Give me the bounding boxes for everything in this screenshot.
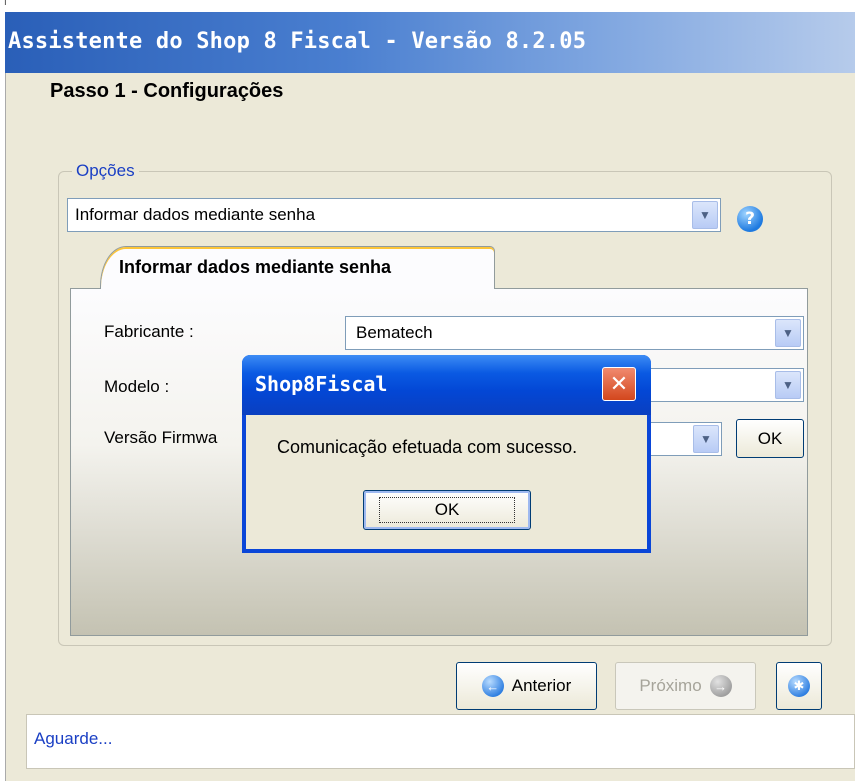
proximo-label: Próximo: [639, 676, 702, 695]
step-title: Passo 1 - Configurações: [50, 80, 284, 102]
anterior-label: Anterior: [511, 676, 572, 695]
firmware-label: Versão Firmwa: [104, 428, 218, 447]
fabricante-label: Fabricante :: [104, 322, 194, 341]
anterior-button[interactable]: ← Anterior: [456, 662, 597, 710]
dialog-body: Comunicação efetuada com sucesso. OK: [246, 415, 647, 549]
status-text: Aguarde...: [34, 729, 113, 748]
chevron-down-icon[interactable]: ▼: [693, 425, 719, 453]
modelo-label: Modelo :: [104, 377, 170, 396]
tab-informar-dados[interactable]: Informar dados mediante senha: [100, 246, 495, 289]
chevron-down-icon[interactable]: ▼: [775, 319, 801, 347]
message-dialog: Shop8Fiscal ✕ Comunicação efetuada com s…: [242, 355, 651, 553]
dialog-ok-label: OK: [378, 497, 516, 523]
close-icon[interactable]: ✕: [602, 367, 636, 401]
lifebuoy-icon: ✱: [788, 675, 810, 697]
chevron-down-icon[interactable]: ▼: [692, 201, 718, 229]
edge-glyph: ↑: [0, 0, 11, 9]
options-legend: Opções: [72, 161, 139, 181]
proximo-button[interactable]: Próximo →: [615, 662, 756, 710]
dialog-ok-button[interactable]: OK: [363, 490, 531, 530]
window-title: Assistente do Shop 8 Fiscal - Versão 8.2…: [8, 29, 587, 54]
options-select-value: Informar dados mediante senha: [75, 205, 316, 224]
dialog-message: Comunicação efetuada com sucesso.: [277, 437, 578, 457]
status-bar: Aguarde...: [26, 714, 855, 769]
fabricante-select[interactable]: Bematech ▼: [345, 316, 804, 350]
tab-label: Informar dados mediante senha: [119, 257, 392, 277]
arrow-right-icon: →: [709, 675, 732, 697]
title-bar[interactable]: Assistente do Shop 8 Fiscal - Versão 8.2…: [5, 12, 855, 73]
firmware-ok-button[interactable]: OK: [736, 419, 804, 458]
options-select[interactable]: Informar dados mediante senha ▼: [67, 198, 721, 232]
question-icon[interactable]: ?: [737, 206, 763, 232]
arrow-left-icon: ←: [481, 675, 504, 697]
dialog-title: Shop8Fiscal: [255, 372, 388, 396]
fabricante-value: Bematech: [356, 323, 433, 342]
chevron-down-icon[interactable]: ▼: [775, 371, 801, 399]
dialog-title-bar[interactable]: Shop8Fiscal ✕: [242, 355, 651, 415]
help-circle-button[interactable]: ✱: [776, 662, 822, 710]
window-top-edge: ↑: [0, 0, 855, 12]
